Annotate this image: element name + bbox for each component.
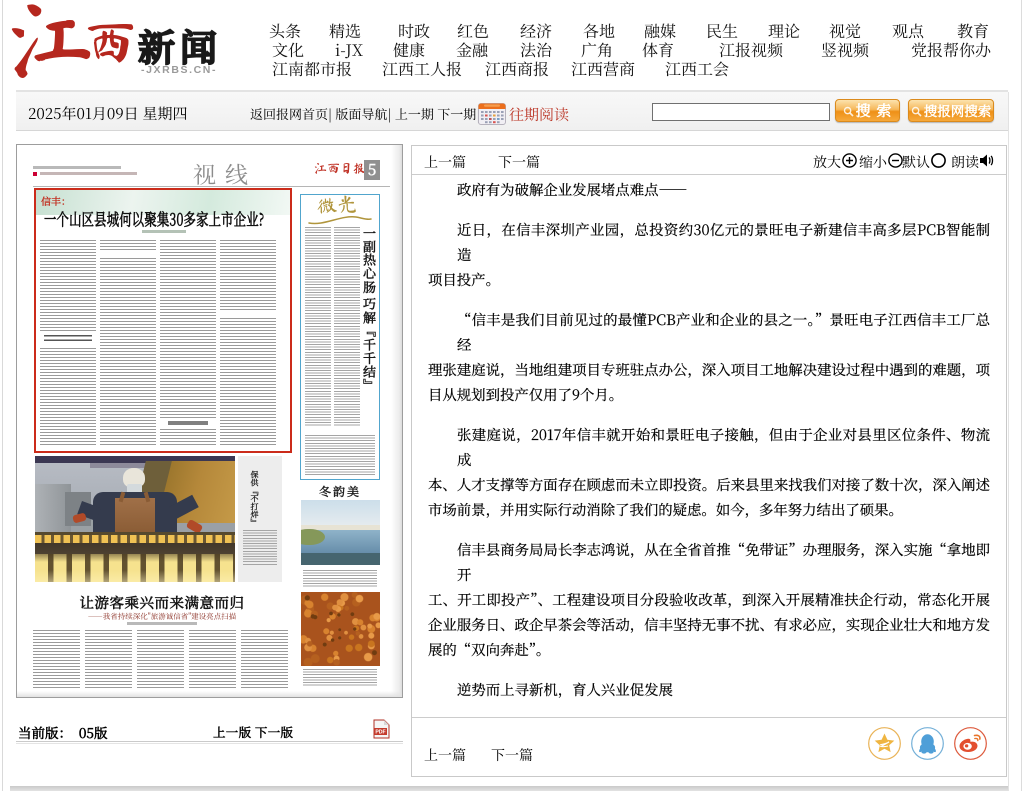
svg-text:PDF: PDF: [375, 730, 385, 736]
